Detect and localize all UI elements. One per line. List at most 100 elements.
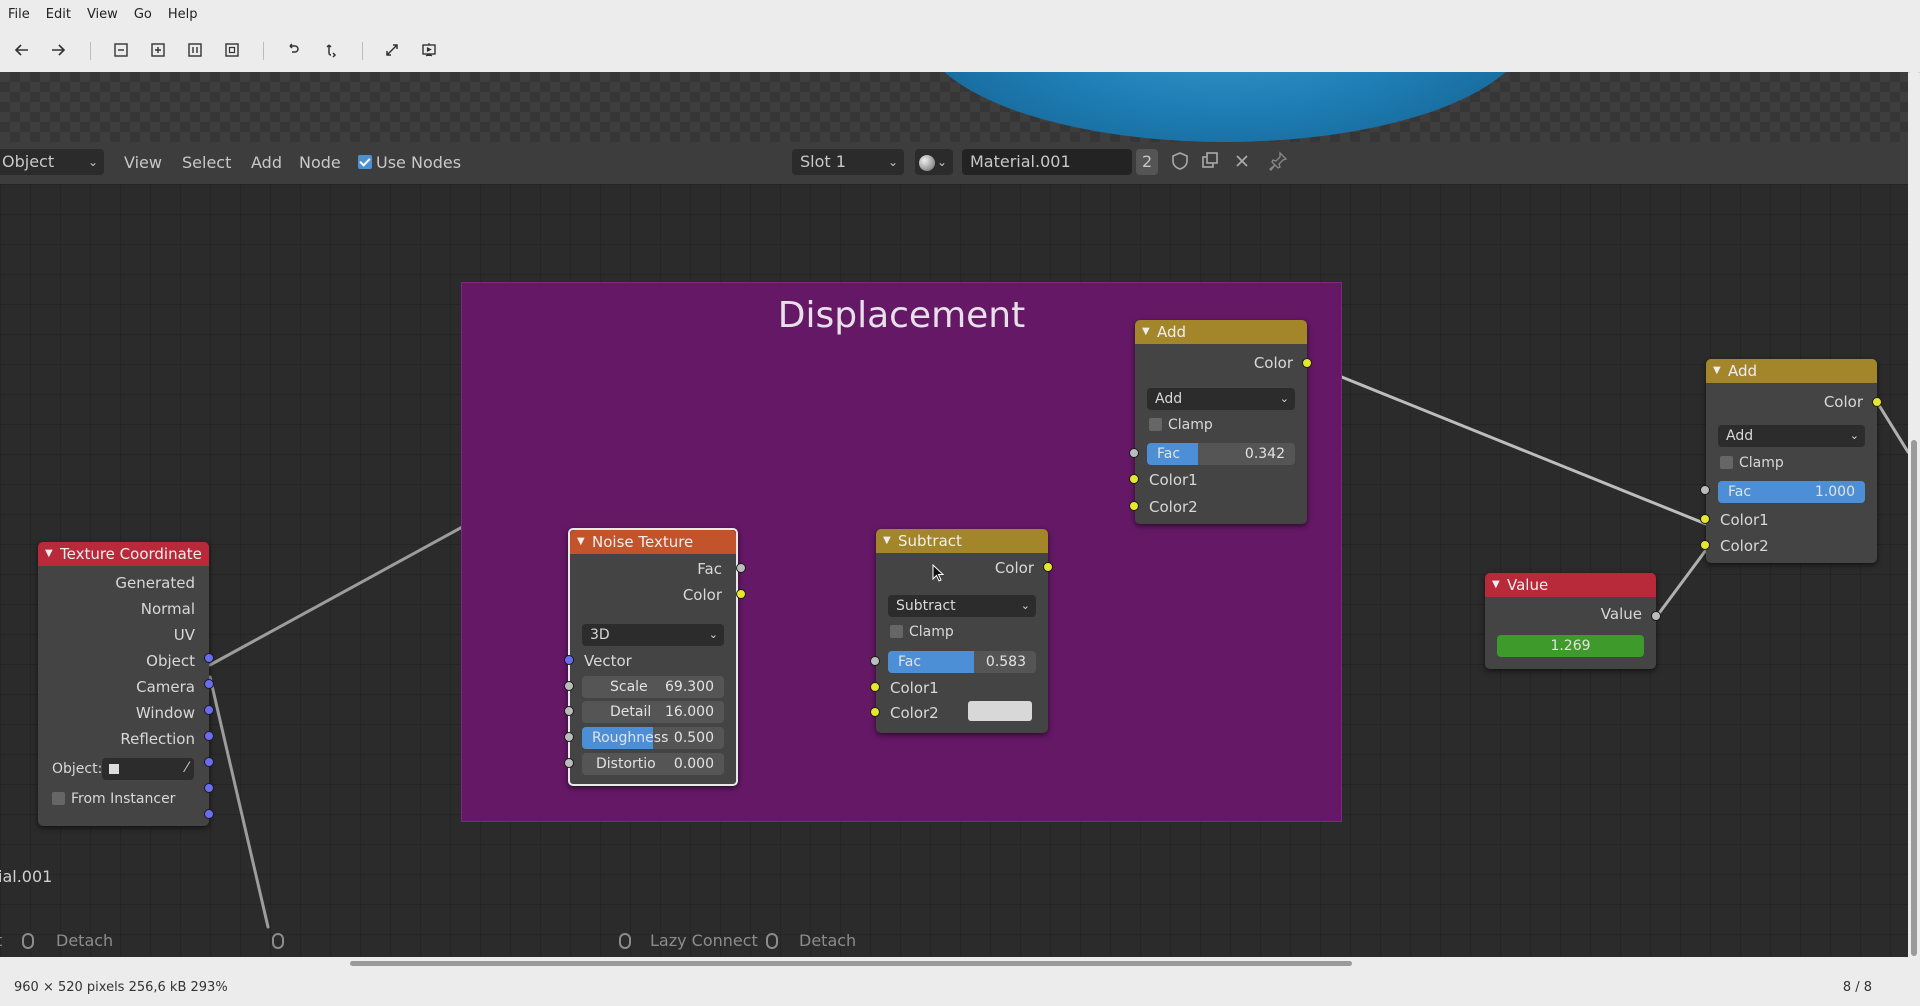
socket-scale-in[interactable] <box>564 681 574 691</box>
menu-file[interactable]: File <box>0 7 38 22</box>
texture-coordinate-node[interactable]: Texture Coordinate Generated Normal UV O… <box>38 542 214 826</box>
socket-color2-in[interactable] <box>1129 501 1139 511</box>
socket-color-out[interactable] <box>736 589 746 599</box>
node-header[interactable]: Texture Coordinate <box>38 542 209 566</box>
socket-vector-in[interactable] <box>564 655 574 665</box>
rotate-right-icon[interactable] <box>317 36 345 64</box>
fullscreen-icon[interactable] <box>378 36 406 64</box>
socket-label: Reflection <box>120 730 195 748</box>
socket-label: Color <box>1253 354 1293 372</box>
roughness-slider[interactable]: Roughness 0.500 <box>582 727 724 749</box>
socket-detail-in[interactable] <box>564 706 574 716</box>
node-title: Value <box>1507 576 1549 594</box>
back-icon[interactable] <box>8 36 36 64</box>
zoom-fit-icon[interactable] <box>181 36 209 64</box>
socket-color-out[interactable] <box>1302 358 1312 368</box>
socket-label: Fac <box>697 560 722 578</box>
socket-object[interactable] <box>204 731 214 741</box>
socket-label: Color2 <box>1149 498 1198 516</box>
menu-edit[interactable]: Edit <box>38 7 79 22</box>
horizontal-scrollbar-thumb[interactable] <box>350 961 1352 966</box>
from-instancer-checkbox[interactable]: From Instancer <box>52 788 175 810</box>
subtract-mix-node[interactable]: Subtract Color Subtract⌄ Clamp Fac0.583 … <box>870 529 1053 733</box>
image-viewport[interactable]: Object ⌄ View Select Add Node Use Nodes S… <box>0 72 1908 957</box>
object-picker-field[interactable]: ⁄ <box>102 758 194 780</box>
fac-slider[interactable]: Fac 0.583 <box>888 651 1036 673</box>
field-label: Fac <box>1728 484 1752 500</box>
forward-icon[interactable] <box>44 36 72 64</box>
rotate-left-icon[interactable] <box>279 36 307 64</box>
socket-color2-in[interactable] <box>1700 540 1710 550</box>
output-camera: Camera <box>38 676 209 698</box>
socket-distortion-in[interactable] <box>564 758 574 768</box>
output-color: Color <box>570 584 736 606</box>
toolbar-separator <box>362 42 363 60</box>
dropdown-value: Add <box>1726 428 1754 444</box>
socket-fac-in[interactable] <box>1129 448 1139 458</box>
socket-value-out[interactable] <box>1651 611 1661 621</box>
socket-normal[interactable] <box>204 679 214 689</box>
output-reflection: Reflection <box>38 728 209 750</box>
socket-color2-in[interactable] <box>870 707 880 717</box>
distortion-field[interactable]: Distortio 0.000 <box>582 753 724 775</box>
socket-generated[interactable] <box>204 653 214 663</box>
socket-fac-out[interactable] <box>736 563 746 573</box>
socket-reflection[interactable] <box>204 809 214 819</box>
vertical-scrollbar-thumb[interactable] <box>1911 440 1917 956</box>
socket-camera[interactable] <box>204 757 214 767</box>
socket-color-out[interactable] <box>1872 397 1882 407</box>
node-header[interactable]: Add <box>1135 320 1307 344</box>
detail-field[interactable]: Detail 16.000 <box>582 701 724 723</box>
socket-color1-in[interactable] <box>1129 474 1139 484</box>
field-value: 0.342 <box>1244 446 1285 462</box>
zoom-original-icon[interactable] <box>218 36 246 64</box>
socket-uv[interactable] <box>204 705 214 715</box>
socket-window[interactable] <box>204 783 214 793</box>
image-info: 960 × 520 pixels 256,6 kB 293% <box>14 980 228 995</box>
scale-field[interactable]: Scale 69.300 <box>582 676 724 698</box>
chevron-down-icon: ⌄ <box>1020 599 1030 612</box>
status-hints: t Detach Lazy Connect Detach <box>0 924 1908 957</box>
fac-slider[interactable]: Fac 0.342 <box>1147 443 1295 465</box>
zoom-in-icon[interactable] <box>144 36 172 64</box>
object-field-label: Object: <box>52 761 103 777</box>
hint-lazy-connect: Lazy Connect <box>650 931 758 950</box>
slideshow-icon[interactable] <box>415 36 443 64</box>
blend-type-dropdown[interactable]: Subtract ⌄ <box>888 595 1036 617</box>
menu-help[interactable]: Help <box>160 7 206 22</box>
zoom-out-icon[interactable] <box>107 36 135 64</box>
output-fac: Fac <box>570 558 736 580</box>
value-node[interactable]: Value Value 1.269 <box>1485 573 1661 669</box>
socket-label: Value <box>1600 605 1642 623</box>
noise-texture-node[interactable]: Noise Texture Fac Color 3D ⌄ Vector Scale… <box>564 528 746 786</box>
field-value: 69.300 <box>665 679 714 695</box>
socket-color1-in[interactable] <box>1700 514 1710 524</box>
value-field[interactable]: 1.269 <box>1497 635 1644 657</box>
color2-swatch[interactable] <box>968 701 1032 721</box>
input-color2: Color2 <box>1135 496 1307 518</box>
menu-view[interactable]: View <box>79 7 126 22</box>
socket-fac-in[interactable] <box>870 656 880 666</box>
fac-slider[interactable]: Fac 1.000 <box>1718 481 1865 503</box>
clamp-checkbox[interactable]: Clamp <box>890 621 954 643</box>
link-add2-color-out <box>1875 400 1908 454</box>
blend-type-dropdown[interactable]: Add ⌄ <box>1718 425 1865 447</box>
add-mix-node-2[interactable]: Add Color Add ⌄ Clamp Fac 1.000 Color1 Col… <box>1700 359 1882 563</box>
socket-color1-in[interactable] <box>870 682 880 692</box>
mouse-icon <box>619 930 631 949</box>
node-header[interactable]: Noise Texture <box>570 530 736 554</box>
socket-color-out[interactable] <box>1043 562 1053 572</box>
add-mix-node[interactable]: Add Color Add ⌄ Clamp Fac 0.342 Color1 Col… <box>1129 320 1312 524</box>
socket-roughness-in[interactable] <box>564 732 574 742</box>
node-header[interactable]: Value <box>1485 573 1656 597</box>
blend-type-dropdown[interactable]: Add ⌄ <box>1147 388 1295 410</box>
clamp-checkbox[interactable]: Clamp <box>1149 414 1213 436</box>
node-header[interactable]: Subtract <box>876 529 1048 553</box>
clamp-checkbox[interactable]: Clamp <box>1720 452 1784 474</box>
dimensions-dropdown[interactable]: 3D ⌄ <box>582 624 724 646</box>
node-header[interactable]: Add <box>1706 359 1877 383</box>
socket-fac-in[interactable] <box>1700 485 1710 495</box>
menu-go[interactable]: Go <box>126 7 160 22</box>
eyedropper-icon[interactable]: ⁄ <box>186 760 188 776</box>
toolbar-separator <box>90 42 91 60</box>
